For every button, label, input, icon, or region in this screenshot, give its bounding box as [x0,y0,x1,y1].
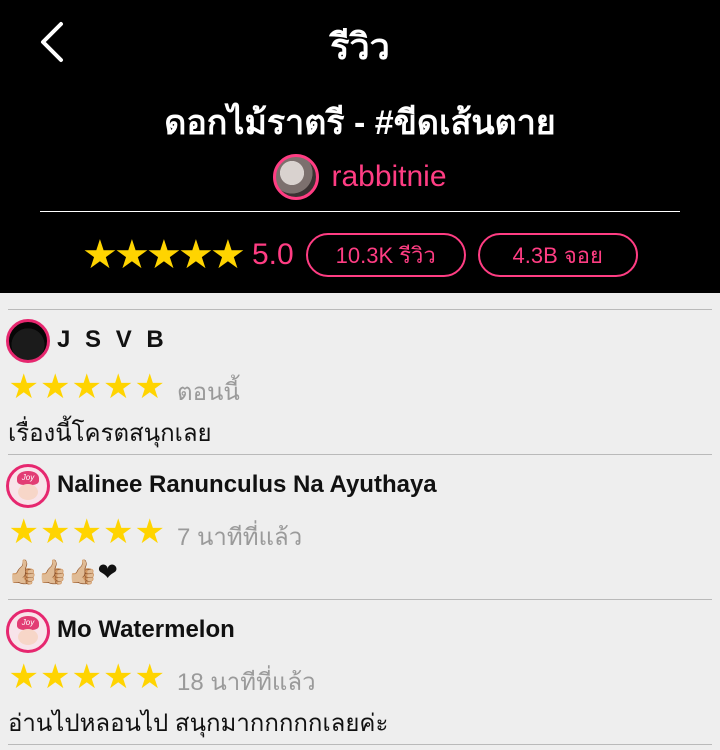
star-icon: ★ [178,233,214,277]
star-icon: ★ [82,233,118,277]
author-name[interactable]: rabbitnie [331,160,446,194]
review-text: 👍🏼👍🏼👍🏼❤ [8,559,118,586]
review-stars: ★ ★ ★ ★ ★ [8,367,166,407]
star-icon: ★ [8,513,39,551]
reviewer-name[interactable]: Mo Watermelon [57,616,235,644]
reviewer-avatar[interactable]: Joy [6,464,50,508]
reviewer-name[interactable]: Nalinee Ranunculus Na Ayuthaya [57,471,437,499]
review-stars: ★ ★ ★ ★ ★ [8,657,166,697]
joy-logo-icon: Joy [17,616,39,630]
review-stars: ★ ★ ★ ★ ★ [8,512,166,552]
face-icon [18,484,38,500]
view-count-badge[interactable]: 4.3B จอย [477,233,638,277]
star-icon: ★ [71,368,102,406]
star-icon: ★ [40,368,71,406]
review-text: เรื่องนี้โครตสนุกเลย [8,420,212,447]
review-time: 18 นาทีที่แล้ว [177,669,316,696]
review-item: J S V B ★ ★ ★ ★ ★ ตอนนี้ เรื่องนี้โครตสนุกเล… [0,309,720,453]
star-icon: ★ [8,368,39,406]
joy-logo-icon: Joy [17,471,39,485]
reviewer-avatar[interactable] [6,319,50,363]
header-divider [40,211,680,212]
author-row[interactable]: rabbitnie [0,153,720,201]
star-icon: ★ [103,513,134,551]
star-icon: ★ [210,233,246,277]
face-icon [18,629,38,645]
reviewer-avatar[interactable]: Joy [6,609,50,653]
page-title: รีวิว [330,26,390,67]
rating-value: 5.0 [252,238,294,271]
review-item: Joy Mo Watermelon ★ ★ ★ ★ ★ 18 นาทีที่แล้ว อ… [0,599,720,743]
review-time: 7 นาทีที่แล้ว [177,524,303,551]
star-icon: ★ [146,233,182,277]
star-icon: ★ [103,368,134,406]
book-title: ดอกไม้ราตรี - #ขีดเส้นตาย [164,104,556,142]
star-icon: ★ [134,513,165,551]
rating-stars: ★ ★ ★ ★ ★ [82,233,246,277]
star-icon: ★ [134,368,165,406]
header-bar: รีวิว ดอกไม้ราตรี - #ขีดเส้นตาย rabbitni… [0,0,720,293]
divider [8,744,712,745]
star-icon: ★ [71,658,102,696]
rating-summary: ★ ★ ★ ★ ★ 5.0 10.3K รีวิว 4.3B จอย [82,233,638,277]
review-item: Joy Nalinee Ranunculus Na Ayuthaya ★ ★ ★ ★ ★… [0,454,720,598]
star-icon: ★ [40,658,71,696]
star-icon: ★ [8,658,39,696]
author-avatar[interactable] [273,154,320,200]
star-icon: ★ [114,233,150,277]
review-time: ตอนนี้ [177,379,240,406]
reviewer-name[interactable]: J S V B [57,326,168,354]
review-text: อ่านไปหลอนไป สนุกมากกกกกเลยค่ะ [8,710,389,737]
star-icon: ★ [40,513,71,551]
star-icon: ★ [71,513,102,551]
review-count-badge[interactable]: 10.3K รีวิว [305,233,466,277]
star-icon: ★ [103,658,134,696]
star-icon: ★ [134,658,165,696]
